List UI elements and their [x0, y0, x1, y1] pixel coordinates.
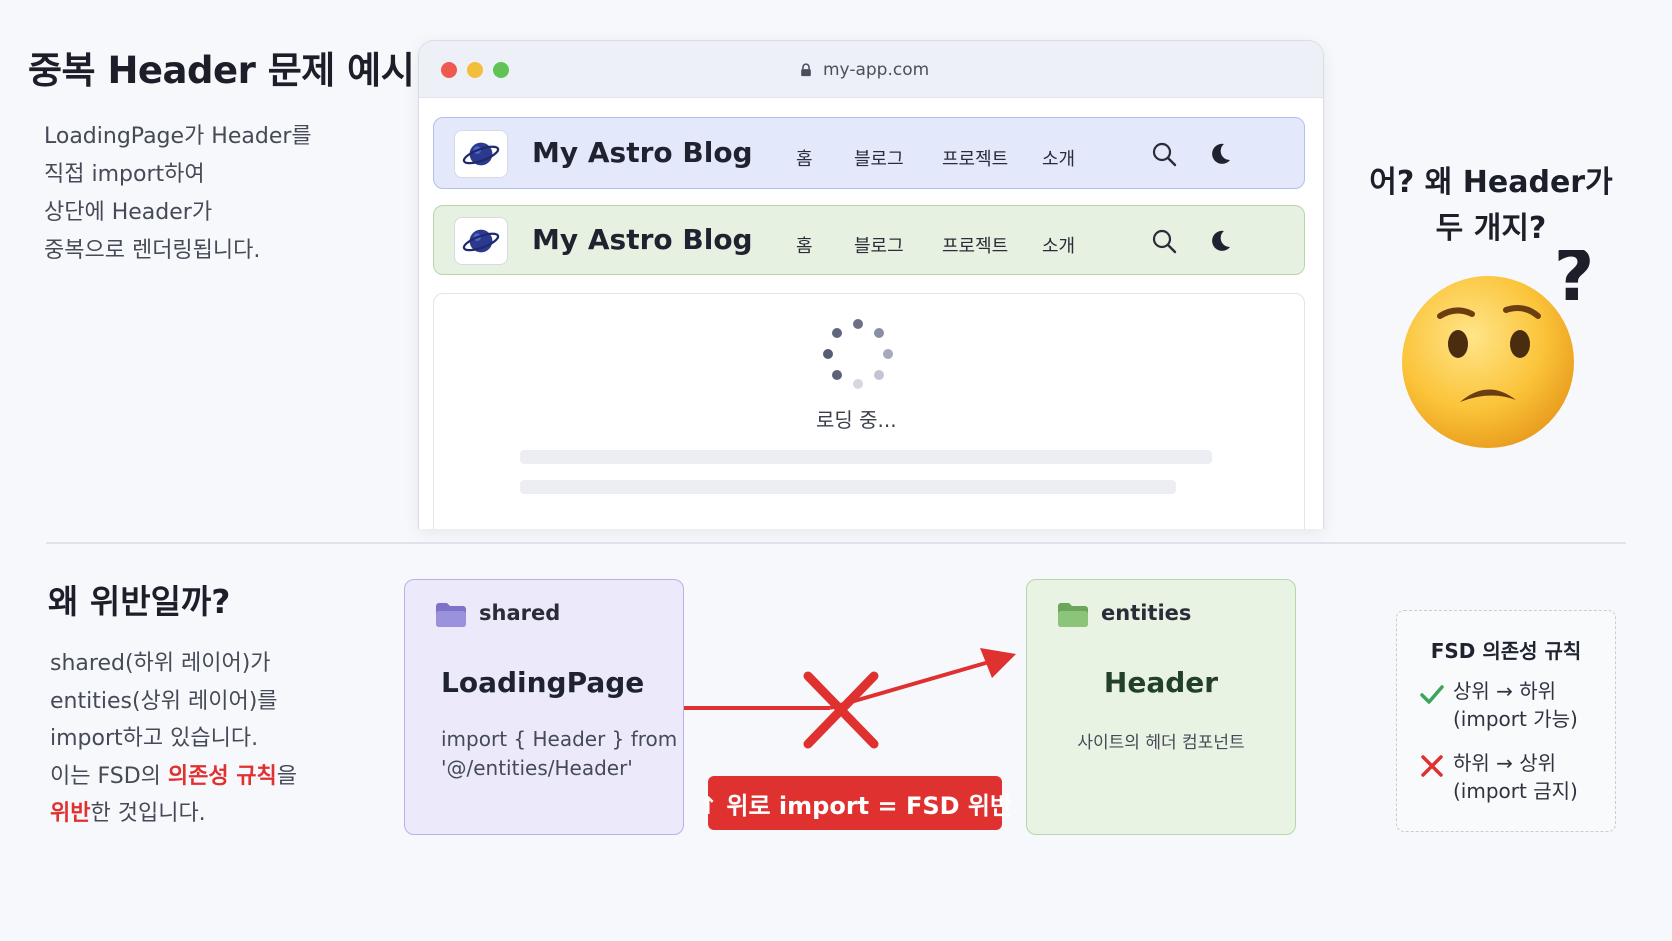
rule-line: (import 가능)	[1453, 707, 1578, 731]
nav-item-blog[interactable]: 블로그	[854, 145, 904, 171]
skeleton-line	[520, 450, 1212, 464]
url-text: my-app.com	[823, 60, 930, 80]
moon-icon[interactable]	[1206, 227, 1234, 255]
confused-face-icon: ?	[1402, 250, 1595, 448]
rule-line: 상위 → 하위	[1453, 679, 1557, 703]
site-header-duplicate: My Astro Blog 홈 블로그 프로젝트 소개	[433, 205, 1305, 275]
loading-text: 로딩 중...	[816, 408, 897, 432]
layer-name: entities	[1101, 601, 1192, 625]
violation-highlight: 위반	[50, 801, 91, 826]
browser-window: my-app.com My Astro Blog 홈 블로그 프로젝트 소개 M…	[418, 40, 1324, 529]
forbidden-import-arrow	[684, 648, 1016, 749]
site-brand[interactable]: My Astro Blog	[532, 136, 753, 169]
cross-icon	[1421, 755, 1443, 777]
code-line: import { Header } from	[441, 727, 678, 751]
nav-item-home[interactable]: 홈	[796, 232, 813, 258]
shared-layer-box: shared LoadingPage import { Header } fro…	[404, 579, 684, 835]
nav-item-home[interactable]: 홈	[796, 145, 813, 171]
import-code: import { Header } from '@/entities/Heade…	[441, 725, 677, 783]
nav-item-about[interactable]: 소개	[1042, 232, 1075, 258]
maximize-window-dot[interactable]	[493, 62, 509, 78]
nav-item-projects[interactable]: 프로젝트	[942, 232, 1008, 258]
loading-page-content: 로딩 중...	[433, 293, 1305, 529]
nav-item-blog[interactable]: 블로그	[854, 232, 904, 258]
fsd-rules-box: FSD 의존성 규칙 상위 → 하위 (import 가능) 하위 → 상위 (…	[1396, 610, 1616, 832]
nav-item-about[interactable]: 소개	[1042, 145, 1075, 171]
violation-label: ↑ 위로 import = FSD 위반	[698, 776, 1012, 830]
skeleton-line	[520, 480, 1176, 494]
section-divider	[46, 542, 1626, 544]
component-name: LoadingPage	[441, 666, 645, 699]
planet-icon	[462, 142, 500, 166]
rule-allowed: 상위 → 하위 (import 가능)	[1453, 677, 1578, 733]
rules-title: FSD 의존성 규칙	[1430, 639, 1582, 663]
minimize-window-dot[interactable]	[467, 62, 483, 78]
description-line: import하고 있습니다.	[50, 726, 259, 751]
site-header-original: My Astro Blog 홈 블로그 프로젝트 소개	[433, 117, 1305, 189]
check-icon	[1420, 685, 1444, 704]
moon-icon[interactable]	[1206, 140, 1234, 168]
top-description-line: 상단에 Header가	[44, 200, 213, 225]
description-line: 위반한 것입니다.	[50, 795, 380, 833]
component-name: Header	[1103, 666, 1219, 699]
question-mark: ?	[1554, 250, 1595, 317]
site-logo[interactable]	[454, 130, 508, 178]
site-logo[interactable]	[454, 217, 508, 265]
question-line: 두 개지?	[1435, 211, 1547, 246]
entities-layer-box: entities Header 사이트의 헤더 컴포넌트	[1026, 579, 1296, 835]
question-line: 어? 왜 Header가	[1369, 165, 1613, 200]
description-text: 을	[276, 763, 298, 789]
component-description: 사이트의 헤더 컴포넌트	[1077, 733, 1245, 753]
dependency-rule-highlight: 의존성 규칙	[167, 763, 277, 789]
top-description: LoadingPage가 Header를 직접 import하여 상단에 Hea…	[44, 118, 384, 270]
planet-icon	[462, 229, 500, 253]
rule-forbidden: 하위 → 상위 (import 금지)	[1453, 749, 1578, 805]
violation-description: shared(하위 레이어)가 entities(상위 레이어)를 import…	[50, 645, 380, 833]
nav-item-projects[interactable]: 프로젝트	[942, 145, 1008, 171]
code-line: '@/entities/Header'	[441, 756, 633, 780]
site-brand[interactable]: My Astro Blog	[532, 223, 753, 256]
lock-icon	[801, 63, 811, 77]
top-description-line: 중복으로 렌더링됩니다.	[44, 238, 261, 263]
layer-name: shared	[479, 601, 561, 625]
description-line: shared(하위 레이어)가	[50, 651, 271, 676]
rule-line: 하위 → 상위	[1453, 751, 1557, 775]
search-icon[interactable]	[1150, 227, 1178, 255]
description-text: 이는 FSD의	[50, 763, 168, 789]
page-title: 중복 Header 문제 예시	[28, 49, 415, 92]
close-window-dot[interactable]	[441, 62, 457, 78]
browser-titlebar: my-app.com	[419, 41, 1323, 98]
folder-icon	[1058, 603, 1088, 627]
top-description-line: LoadingPage가 Header를	[44, 124, 312, 149]
description-text: 한 것입니다.	[90, 801, 206, 826]
folder-icon	[436, 603, 466, 627]
address-bar[interactable]: my-app.com	[799, 57, 929, 83]
loading-spinner-icon	[823, 319, 893, 389]
description-line: 이는 FSD의 의존성 규칙을	[50, 758, 380, 796]
question-text: 어? 왜 Header가 두 개지?	[1356, 160, 1626, 252]
violation-title: 왜 위반일까?	[48, 582, 231, 621]
search-icon[interactable]	[1150, 140, 1178, 168]
rule-line: (import 금지)	[1453, 779, 1578, 803]
top-description-line: 직접 import하여	[44, 162, 205, 187]
description-line: entities(상위 레이어)를	[50, 688, 278, 714]
